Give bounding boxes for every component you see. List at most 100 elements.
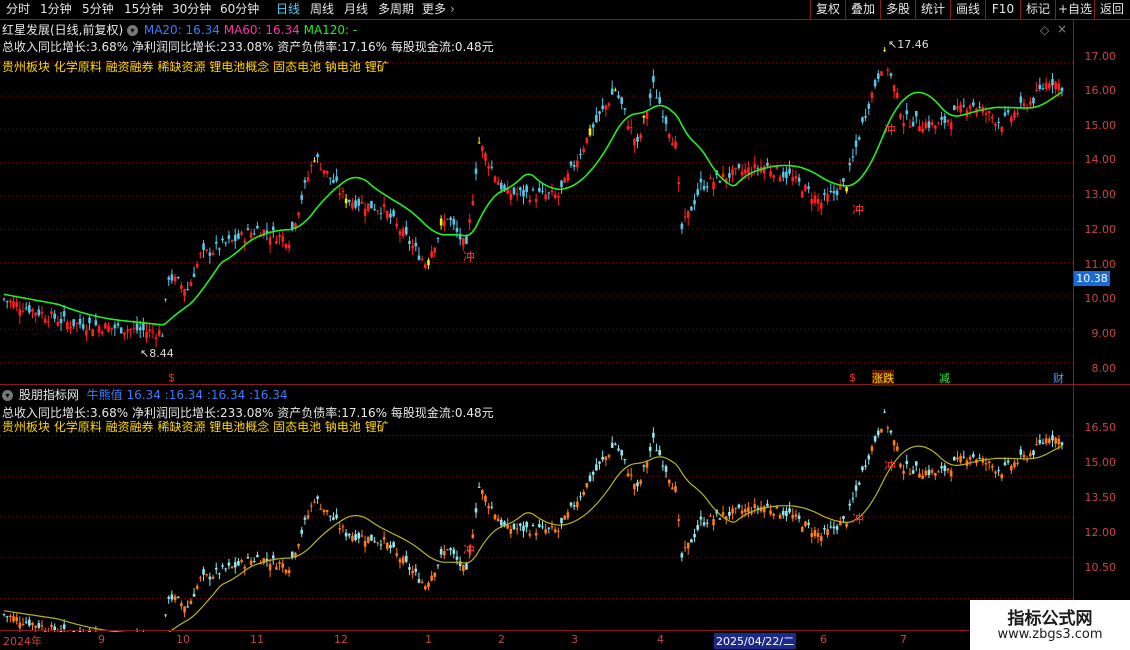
- f10-button[interactable]: F10: [985, 0, 1020, 19]
- tab-monthly[interactable]: 月线: [344, 0, 368, 19]
- candle-body: [1016, 112, 1019, 115]
- event-marker-jian[interactable]: 减: [939, 370, 950, 386]
- candle-body: [471, 534, 475, 538]
- candle-body: [699, 178, 703, 183]
- add-watchlist-button[interactable]: +自选: [1055, 0, 1094, 19]
- close-icon[interactable]: ×: [1057, 22, 1067, 36]
- candle-body: [623, 108, 627, 110]
- candle-body: [1029, 101, 1032, 105]
- event-marker-s[interactable]: $: [849, 371, 856, 384]
- candle-body: [420, 258, 424, 260]
- candle-body: [576, 160, 579, 168]
- candle-body: [756, 168, 760, 170]
- tab-1min[interactable]: 1分钟: [40, 0, 72, 19]
- event-marker-cai[interactable]: 财: [1053, 370, 1064, 386]
- candle-body: [180, 603, 183, 607]
- candle-body: [34, 312, 37, 315]
- candle-body: [1051, 79, 1054, 86]
- candle-body: [598, 111, 601, 114]
- diamond-icon[interactable]: ◇: [1040, 23, 1049, 37]
- candle-body: [579, 496, 582, 498]
- candle-body: [360, 201, 364, 204]
- candle-body: [959, 456, 962, 463]
- candle-body: [446, 218, 449, 220]
- candle-body: [693, 200, 696, 205]
- candle-body: [484, 153, 487, 161]
- indicator-title[interactable]: 股朋指标网: [19, 388, 79, 402]
- candle-body: [205, 574, 209, 576]
- tab-multi-period[interactable]: 多周期: [378, 0, 414, 19]
- candle-body: [940, 116, 943, 120]
- tab-5min[interactable]: 5分钟: [82, 0, 114, 19]
- date-tick-label: 12: [334, 633, 348, 646]
- candle-body: [474, 168, 478, 174]
- candle-body: [189, 282, 193, 287]
- stock-title[interactable]: 红星发展(日线,前复权): [2, 23, 123, 37]
- date-axis-divider: [0, 630, 1130, 631]
- candle-body: [116, 323, 120, 326]
- candle-body: [832, 191, 836, 194]
- chevron-right-icon[interactable]: ›: [450, 0, 455, 19]
- candle-body: [721, 512, 725, 516]
- candle-body: [813, 195, 817, 203]
- tab-weekly[interactable]: 周线: [310, 0, 334, 19]
- candle-body: [921, 475, 924, 479]
- candle-body: [614, 89, 617, 91]
- candle-body: [176, 596, 180, 598]
- candle-body: [563, 515, 566, 520]
- y-tick-label: 8.00: [1091, 362, 1117, 375]
- candle-body: [284, 569, 288, 573]
- tab-15min[interactable]: 15分钟: [124, 0, 163, 19]
- fuquan-button[interactable]: 复权: [810, 0, 845, 19]
- candle-body: [357, 533, 361, 539]
- event-marker-zhangdie[interactable]: 涨跌: [872, 370, 894, 386]
- candle-body: [785, 171, 788, 179]
- candle-body: [671, 143, 674, 146]
- candle-body: [522, 525, 525, 531]
- candle-body: [313, 501, 316, 503]
- multi-stock-button[interactable]: 多股: [880, 0, 915, 19]
- candle-body: [300, 529, 304, 534]
- back-button[interactable]: 返回: [1094, 0, 1129, 19]
- event-marker-s[interactable]: $: [168, 371, 175, 384]
- mark-button[interactable]: 标记: [1020, 0, 1055, 19]
- candle-body: [379, 213, 383, 215]
- candle-body: [550, 526, 554, 528]
- tab-daily[interactable]: 日线: [276, 0, 300, 19]
- stats-button[interactable]: 统计: [915, 0, 950, 19]
- low-price-label: ↖8.44: [140, 347, 174, 360]
- candle-body: [218, 248, 221, 250]
- candle-body: [531, 525, 535, 527]
- date-tick-label: 2024年: [3, 635, 42, 648]
- candle-body: [50, 311, 53, 315]
- candle-body: [218, 573, 221, 575]
- candle-body: [335, 176, 338, 181]
- candle-body: [230, 239, 234, 242]
- candle-body: [617, 448, 620, 451]
- candle-body: [591, 124, 595, 128]
- candle-body: [943, 116, 947, 123]
- draw-line-button[interactable]: 画线: [950, 0, 985, 19]
- candle-body: [338, 528, 342, 530]
- candle-body: [683, 547, 687, 549]
- candle-body: [37, 623, 41, 628]
- candle-body: [240, 560, 243, 563]
- candle-body: [731, 508, 734, 514]
- kline-chart[interactable]: [0, 20, 1130, 632]
- candle-body: [892, 85, 896, 92]
- candle-body: [385, 542, 389, 549]
- tab-30min[interactable]: 30分钟: [172, 0, 211, 19]
- candle-body: [69, 326, 72, 328]
- candle-body: [519, 523, 522, 526]
- settings-circle-icon[interactable]: ▾: [127, 25, 139, 36]
- candle-body: [1041, 442, 1045, 444]
- tab-more[interactable]: 更多: [422, 0, 446, 19]
- tab-fenshi[interactable]: 分时: [6, 0, 30, 19]
- candle-body: [737, 164, 741, 168]
- tab-60min[interactable]: 60分钟: [220, 0, 259, 19]
- candle-body: [484, 495, 487, 502]
- candle-body: [740, 510, 744, 514]
- overlay-button[interactable]: 叠加: [845, 0, 880, 19]
- settings-circle-icon[interactable]: ▾: [2, 390, 13, 401]
- candle-body: [306, 515, 310, 519]
